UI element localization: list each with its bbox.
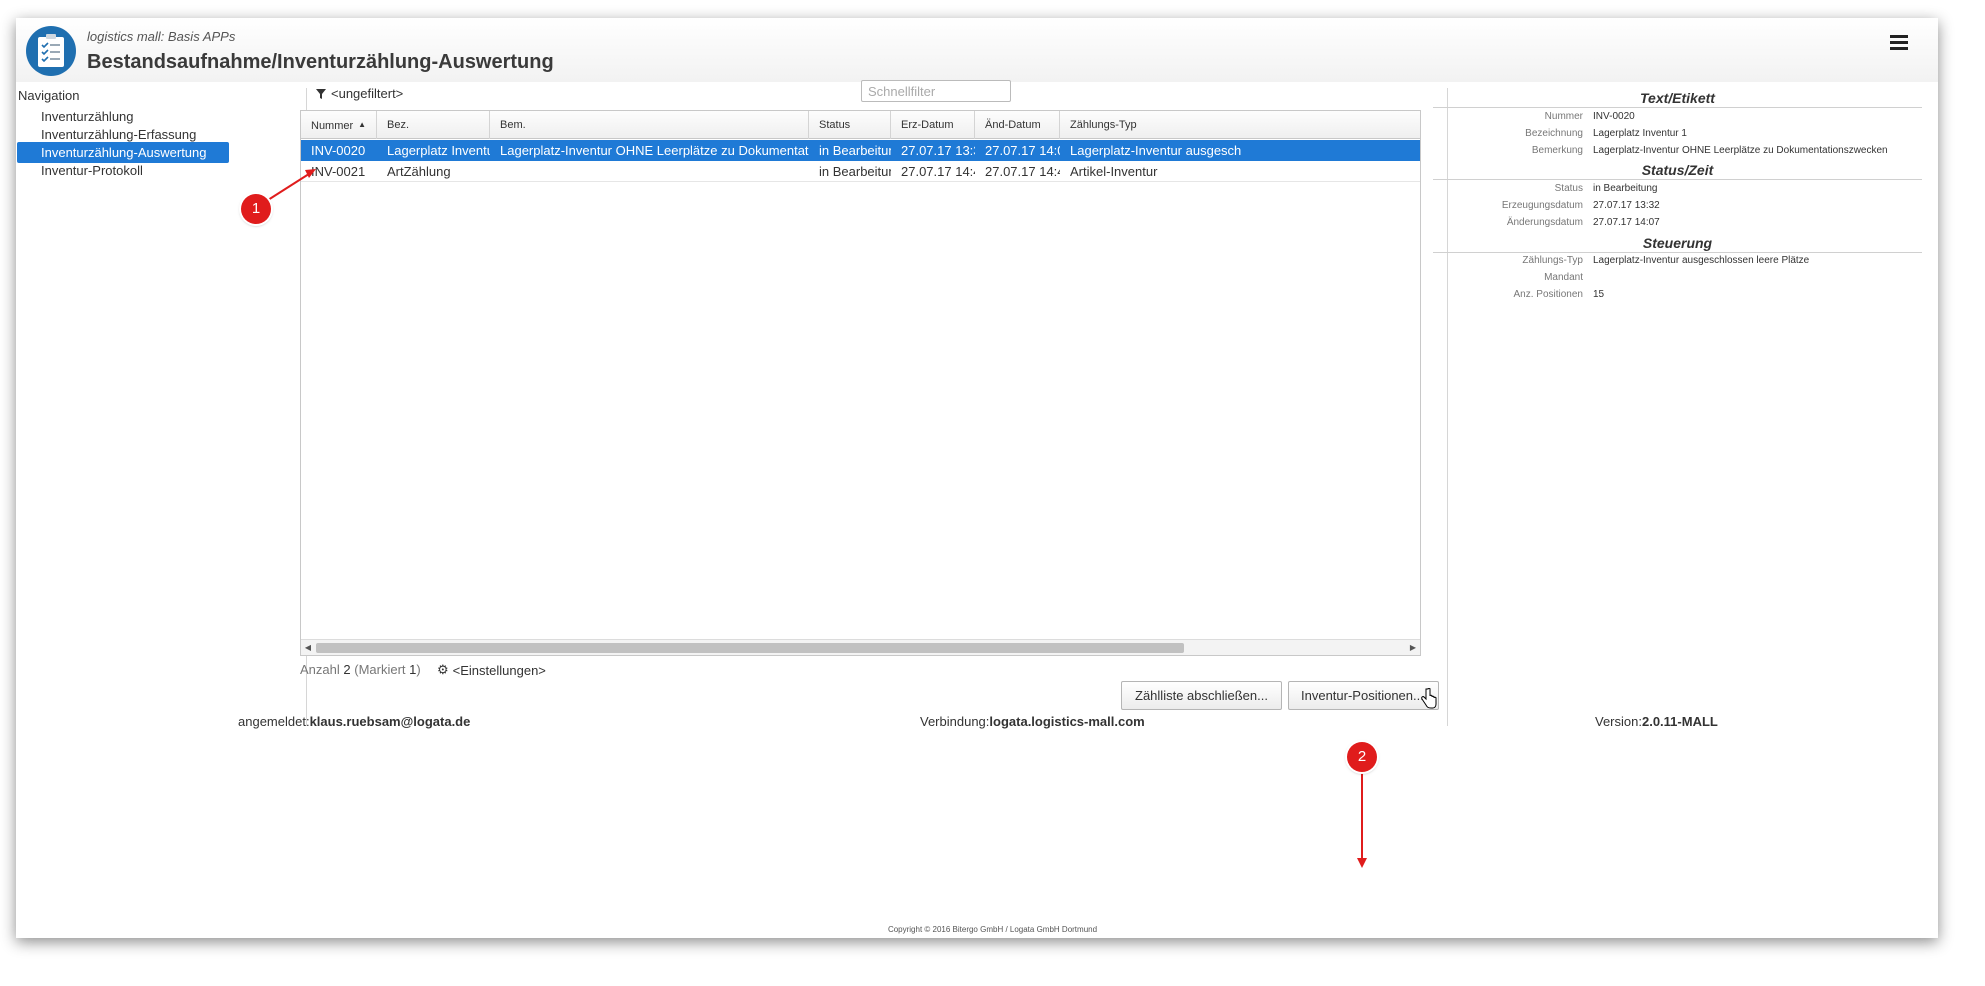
marked-label: (Markiert bbox=[354, 662, 406, 677]
user-value: klaus.ruebsam@logata.de bbox=[309, 714, 471, 729]
table-cell: 27.07.17 13:32 bbox=[901, 143, 975, 158]
filter-icon bbox=[316, 88, 326, 99]
table-cell: 27.07.17 14:40 bbox=[985, 164, 1060, 179]
table-cell bbox=[490, 161, 809, 182]
detail-value: 15 bbox=[1593, 289, 1605, 300]
column-header-zaehlungs-typ[interactable]: Zählungs-Typ bbox=[1060, 111, 1420, 139]
sort-ascending-icon: ▲ bbox=[358, 120, 367, 129]
detail-label: Änderungsdatum bbox=[1506, 217, 1583, 228]
table-cell: Lagerplatz-Inventur ausgesch bbox=[1070, 143, 1242, 158]
scroll-left-icon[interactable]: ◀ bbox=[301, 640, 315, 655]
detail-label: Bemerkung bbox=[1531, 145, 1583, 156]
user-label: angemeldet: bbox=[238, 714, 310, 729]
table-cell: 27.07.17 14:07 bbox=[985, 143, 1060, 158]
footer-version: Version:2.0.11-MALL bbox=[1595, 714, 1718, 729]
detail-label: Mandant bbox=[1544, 272, 1583, 283]
checklist-logo-icon bbox=[26, 26, 76, 76]
detail-label: Nummer bbox=[1544, 111, 1583, 122]
table-cell: in Bearbeitung bbox=[819, 164, 891, 179]
section-title-status-zeit: Status/Zeit bbox=[1641, 162, 1714, 178]
filter-label: <ungefiltert> bbox=[331, 86, 404, 101]
column-header-status[interactable]: Status bbox=[809, 111, 891, 139]
annotation-marker-2: 2 bbox=[1347, 742, 1377, 772]
detail-label: Status bbox=[1554, 183, 1583, 194]
section-divider bbox=[1433, 252, 1922, 253]
horizontal-scrollbar[interactable]: ◀ ▶ bbox=[301, 639, 1420, 655]
table-cell: ArtZählung bbox=[387, 164, 451, 179]
table-cell: INV-0021 bbox=[311, 164, 366, 179]
detail-label: Zählungs-Typ bbox=[1522, 255, 1583, 266]
table-header: Nummer ▲ Bez. Bem. Status Erz-Datum Änd-D… bbox=[301, 111, 1420, 139]
detail-label: Anz. Positionen bbox=[1513, 289, 1584, 300]
table-cell: Lagerplatz-Inventur OHNE Leerplätze zu D… bbox=[500, 143, 809, 158]
detail-value: 27.07.17 13:32 bbox=[1593, 200, 1660, 211]
section-title-steuerung: Steuerung bbox=[1642, 235, 1713, 251]
app-header: logistics mall: Basis APPs Bestandsaufna… bbox=[16, 18, 1938, 82]
scrollbar-thumb[interactable] bbox=[316, 643, 1184, 653]
detail-value: Lagerplatz-Inventur OHNE Leerplätze zu D… bbox=[1593, 145, 1888, 156]
inventory-table: Nummer ▲ Bez. Bem. Status Erz-Datum Änd-D… bbox=[300, 110, 1421, 656]
detail-value: 27.07.17 14:07 bbox=[1593, 217, 1660, 228]
table-cell: INV-0020 bbox=[311, 143, 366, 158]
detail-value: Lagerplatz-Inventur ausgeschlossen leere… bbox=[1593, 255, 1810, 266]
settings-label: <Einstellungen> bbox=[452, 662, 546, 678]
count-value: 2 bbox=[343, 662, 351, 677]
table-cell: in Bearbeitung bbox=[819, 143, 891, 158]
annotation-marker-1: 1 bbox=[241, 194, 271, 224]
detail-value: in Bearbeitung bbox=[1593, 183, 1658, 194]
detail-value: INV-0020 bbox=[1593, 111, 1635, 122]
connection-value: logata.logistics-mall.com bbox=[989, 714, 1145, 729]
section-title-text-etikett: Text/Etikett bbox=[1640, 90, 1715, 106]
connection-label: Verbindung: bbox=[920, 714, 990, 729]
scroll-right-icon[interactable]: ▶ bbox=[1406, 640, 1420, 655]
filter-status[interactable]: <ungefiltert> bbox=[316, 86, 403, 101]
column-header-aend-datum[interactable]: Änd-Datum bbox=[975, 111, 1060, 139]
table-cell: 27.07.17 14:40 bbox=[901, 164, 975, 179]
gear-icon: ⚙ bbox=[437, 662, 449, 677]
inventory-positions-button[interactable]: Inventur-Positionen... bbox=[1288, 681, 1439, 710]
app-subtitle: logistics mall: Basis APPs bbox=[87, 29, 236, 44]
version-label: Version: bbox=[1595, 714, 1642, 729]
version-value: 2.0.11-MALL bbox=[1641, 714, 1718, 729]
footer-user: angemeldet:klaus.ruebsam@logata.de bbox=[238, 714, 470, 729]
hand-cursor-icon bbox=[1421, 688, 1437, 709]
copyright-text: Copyright © 2016 Bitergo GmbH / Logata G… bbox=[887, 925, 1098, 934]
quick-filter-input[interactable] bbox=[861, 80, 1011, 102]
column-header-label: Nummer bbox=[311, 120, 354, 132]
nav-item-inventur-protokoll[interactable]: Inventur-Protokoll bbox=[17, 160, 229, 181]
page-title: Bestandsaufnahme/Inventurzählung-Auswert… bbox=[87, 51, 554, 73]
close-count-list-button[interactable]: Zählliste abschließen... bbox=[1121, 681, 1282, 710]
detail-label: Bezeichnung bbox=[1525, 128, 1583, 139]
table-row-selected[interactable]: INV-0020 Lagerplatz Inventur 1 Lagerplat… bbox=[301, 140, 1420, 161]
table-cell: Lagerplatz Inventur 1 bbox=[387, 143, 490, 158]
hamburger-menu-icon[interactable] bbox=[1890, 35, 1908, 51]
count-label: Anzahl bbox=[300, 662, 340, 677]
section-divider bbox=[1433, 107, 1922, 108]
column-header-nummer[interactable]: Nummer ▲ bbox=[301, 111, 377, 139]
settings-link[interactable]: ⚙ <Einstellungen> bbox=[437, 662, 546, 678]
footer-connection: Verbindung:logata.logistics-mall.com bbox=[920, 714, 1145, 729]
detail-label: Erzeugungsdatum bbox=[1501, 200, 1583, 211]
column-header-bez[interactable]: Bez. bbox=[377, 111, 490, 139]
column-header-bem[interactable]: Bem. bbox=[490, 111, 809, 139]
column-header-erz-datum[interactable]: Erz-Datum bbox=[891, 111, 975, 139]
table-cell: Artikel-Inventur bbox=[1070, 164, 1158, 179]
row-count: Anzahl 2 (Markiert 1) bbox=[300, 662, 421, 677]
detail-value: Lagerplatz Inventur 1 bbox=[1593, 128, 1687, 139]
marked-close: ) bbox=[416, 662, 421, 677]
navigation-title: Navigation bbox=[18, 88, 80, 103]
section-divider bbox=[1433, 179, 1922, 180]
table-row[interactable]: INV-0021 ArtZählung in Bearbeitung 27.07… bbox=[301, 161, 1420, 182]
